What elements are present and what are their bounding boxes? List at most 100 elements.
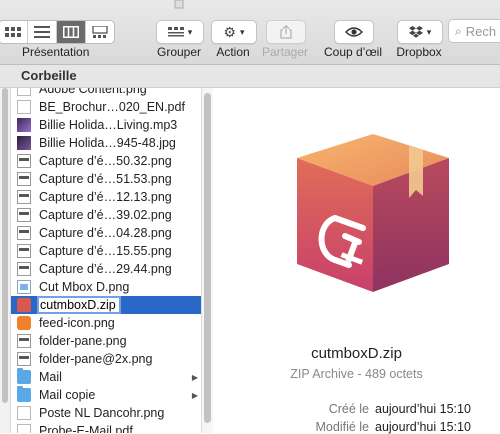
file-row[interactable]: Capture d’é…29.44.png [11, 260, 201, 278]
scrollbar-thumb[interactable] [2, 88, 8, 403]
share-button[interactable] [266, 20, 306, 44]
file-name: folder-pane.png [39, 334, 127, 348]
trash-title-icon [174, 0, 184, 9]
file-row[interactable]: Cut Mbox D.png [11, 278, 201, 296]
file-name: Capture d’é…29.44.png [39, 262, 172, 276]
file-row[interactable]: Capture d’é…51.53.png [11, 170, 201, 188]
file-row[interactable]: Poste NL Dancohr.png [11, 404, 201, 422]
file-row[interactable]: Billie Holida…Living.mp3 [11, 116, 201, 134]
modified-value: aujourd’hui 15:10 [375, 420, 471, 434]
icon-grid-icon [5, 27, 21, 37]
created-label: Créé le [328, 402, 369, 416]
folder-icon [17, 386, 31, 402]
presentation-label: Présentation [22, 45, 90, 59]
group-grid-icon [167, 27, 184, 37]
file-row[interactable]: Capture d’é…15.55.png [11, 242, 201, 260]
folder-title: Corbeille [21, 68, 77, 83]
file-name: Capture d’é…51.53.png [39, 172, 172, 186]
file-name: Billie Holida…Living.mp3 [39, 118, 178, 132]
audio-file-icon [17, 118, 31, 132]
created-value: aujourd’hui 15:10 [375, 402, 471, 416]
file-name: Probe-E-Mail.pdf [39, 424, 133, 433]
list-lines-icon [34, 26, 50, 38]
file-row[interactable]: Capture d’é…12.13.png [11, 188, 201, 206]
icon-view-button[interactable] [0, 21, 28, 43]
file-name: Mail [39, 370, 62, 384]
chevron-down-icon: ▾ [426, 26, 432, 37]
file-name: Billie Holida…945-48.jpg [39, 136, 176, 150]
screenshot-icon [17, 190, 31, 204]
document-icon [17, 406, 31, 420]
gallery-view-button[interactable] [86, 21, 114, 43]
file-name: Cut Mbox D.png [39, 280, 130, 294]
group-by-button[interactable]: ▾ [156, 20, 204, 44]
file-row[interactable]: Mail ▶ [11, 368, 201, 386]
previous-column-scrollbar[interactable] [0, 88, 11, 433]
file-row[interactable]: Capture d’é…50.32.png [11, 152, 201, 170]
share-icon [280, 25, 292, 39]
gallery-icon [92, 26, 108, 38]
toolbar: Présentation ▾ Grouper ⚙ ▾ Action Partag… [0, 0, 500, 65]
dropbox-icon [408, 26, 423, 38]
columns-icon [63, 26, 79, 38]
quick-look-button[interactable] [334, 20, 374, 44]
screenshot-icon [17, 208, 31, 222]
file-name: Capture d’é…50.32.png [39, 154, 172, 168]
preview-pane: cutmboxD.zip ZIP Archive - 489 octets Cr… [213, 88, 500, 434]
list-view-button[interactable] [28, 21, 57, 43]
path-bar: Corbeille [0, 65, 500, 88]
file-row[interactable]: Capture d’é…39.02.png [11, 206, 201, 224]
zip-file-icon [17, 298, 31, 312]
file-name: Mail copie [39, 388, 96, 402]
file-row[interactable]: feed-icon.png [11, 314, 201, 332]
file-row[interactable]: folder-pane@2x.png [11, 350, 201, 368]
disclosure-arrow-icon: ▶ [191, 390, 198, 400]
file-row[interactable]: cutmboxD.zip [11, 296, 201, 314]
dropbox-button[interactable]: ▾ [397, 20, 443, 44]
scrollbar-thumb[interactable] [204, 93, 211, 423]
file-list: Adobe Content.png BE_Brochur…020_EN.pdf Bi… [11, 88, 201, 433]
image-file-icon [17, 280, 31, 294]
file-name: Poste NL Dancohr.png [39, 406, 165, 420]
group-by-label: Grouper [156, 45, 202, 59]
preview-file-kind: ZIP Archive - 489 octets [290, 367, 423, 381]
folder-icon [17, 368, 31, 384]
search-placeholder: Rech [465, 23, 497, 39]
pdf-document-icon [17, 100, 31, 114]
disclosure-arrow-icon: ▶ [191, 372, 198, 382]
file-name: BE_Brochur…020_EN.pdf [39, 100, 185, 114]
preview-file-name: cutmboxD.zip [311, 345, 402, 362]
document-icon [17, 424, 31, 433]
action-button[interactable]: ⚙ ▾ [211, 20, 257, 44]
view-mode-segmented-control [0, 20, 115, 44]
chevron-down-icon: ▾ [187, 26, 193, 37]
file-row[interactable]: Adobe Content.png [11, 88, 201, 98]
file-name: folder-pane@2x.png [39, 352, 153, 366]
file-name: Capture d’é…15.55.png [39, 244, 172, 258]
screenshot-icon [17, 262, 31, 276]
screenshot-icon [17, 244, 31, 258]
file-row[interactable]: Mail copie ▶ [11, 386, 201, 404]
search-field[interactable]: ⌕ Rech [448, 19, 500, 43]
file-row[interactable]: folder-pane.png [11, 332, 201, 350]
image-file-icon [17, 136, 31, 150]
file-name: Capture d’é…39.02.png [39, 208, 172, 222]
file-name: Capture d’é…04.28.png [39, 226, 172, 240]
file-name: Adobe Content.png [39, 88, 147, 96]
screenshot-icon [17, 226, 31, 240]
file-row[interactable]: Billie Holida…945-48.jpg [11, 134, 201, 152]
file-row[interactable]: BE_Brochur…020_EN.pdf [11, 98, 201, 116]
file-name: Capture d’é…12.13.png [39, 190, 172, 204]
column-view-button[interactable] [57, 21, 86, 43]
modified-label: Modifié le [315, 420, 370, 434]
file-row[interactable]: Probe-E-Mail.pdf [11, 422, 201, 433]
screenshot-icon [17, 172, 31, 186]
chevron-down-icon: ▾ [240, 26, 245, 37]
rss-icon [17, 316, 31, 330]
document-icon [17, 88, 31, 96]
screenshot-icon [17, 154, 31, 168]
gear-icon: ⚙ [223, 23, 237, 40]
file-row[interactable]: Capture d’é…04.28.png [11, 224, 201, 242]
quick-look-label: Coup d’œil [323, 45, 383, 59]
search-icon: ⌕ [455, 23, 462, 38]
